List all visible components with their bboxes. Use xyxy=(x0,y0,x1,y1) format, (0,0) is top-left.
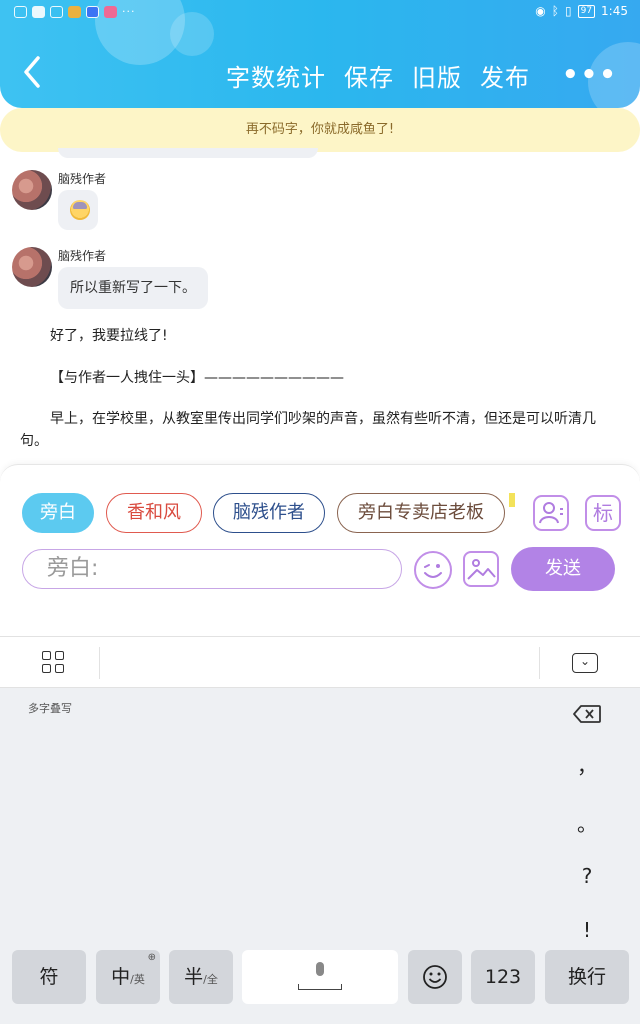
chinese-english-key[interactable]: ⊕ 中/英 xyxy=(96,950,160,1004)
screen: { "status": { "time": "1:45", "battery":… xyxy=(0,0,640,1024)
send-button[interactable]: 发送 xyxy=(511,547,615,591)
role-chip-narrator[interactable]: 旁白 xyxy=(22,493,94,533)
save-button[interactable]: 保存 xyxy=(344,58,394,93)
wifi-icon xyxy=(14,5,27,18)
microphone-icon[interactable] xyxy=(316,962,324,976)
top-app-bar: ··· ◉ ᛒ ▯ 97 1:45 字数统计 保存 旧版 发布 ••• xyxy=(0,0,640,108)
composer-panel: 旁白 香和风 脑残作者 旁白专卖店老板 标 旁白: 发送 xyxy=(0,464,640,636)
key-sublabel: /全 xyxy=(203,973,218,986)
old-version-button[interactable]: 旧版 xyxy=(412,58,462,93)
header-actions: 字数统计 保存 旧版 发布 xyxy=(226,58,530,93)
key-label: 半 xyxy=(184,966,204,988)
message-bubble[interactable] xyxy=(58,190,98,230)
divider xyxy=(99,647,100,679)
video-app-icon xyxy=(68,5,81,18)
tag-button[interactable]: 标 xyxy=(585,495,621,531)
punctuation-key[interactable]: ， xyxy=(570,750,604,779)
status-time: 1:45 xyxy=(601,4,628,18)
word-count-button[interactable]: 字数统计 xyxy=(226,58,326,93)
numbers-key[interactable]: 123 xyxy=(471,950,535,1004)
keyboard-toolbar: ⌄ xyxy=(0,636,640,688)
wink-face-icon[interactable] xyxy=(414,551,452,589)
half-full-width-key[interactable]: 半/全 xyxy=(169,950,233,1004)
image-icon[interactable] xyxy=(463,551,499,587)
emoji-key[interactable] xyxy=(408,950,462,1004)
role-chip[interactable]: 香和风 xyxy=(106,493,202,533)
divider xyxy=(539,647,540,679)
sender-name: 脑残作者 xyxy=(58,172,107,186)
globe-icon: ⊕ xyxy=(147,952,156,963)
bluetooth-icon: ᛒ xyxy=(551,4,559,18)
avatar[interactable] xyxy=(12,170,52,210)
notice-banner: 再不码字，你就成咸鱼了! xyxy=(0,108,640,152)
space-key[interactable] xyxy=(242,950,398,1004)
scroll-marker xyxy=(509,493,515,507)
status-bar-left: ··· xyxy=(14,5,136,18)
battery-icon: 97 xyxy=(577,4,596,18)
status-bar-right: ◉ ᛒ ▯ 97 1:45 xyxy=(535,4,628,18)
avatar[interactable] xyxy=(12,247,52,287)
more-notifications-icon: ··· xyxy=(122,5,136,18)
eye-icon: ◉ xyxy=(535,4,546,18)
publish-button[interactable]: 发布 xyxy=(480,58,530,93)
sender-name: 脑残作者 xyxy=(58,249,107,263)
key-sublabel: /英 xyxy=(130,973,145,986)
story-paragraph: 【与作者一人拽住一头】—————————— xyxy=(50,370,344,386)
smiley-icon xyxy=(423,965,447,989)
decor-bubble xyxy=(170,12,214,56)
handwriting-keyboard[interactable]: 多字叠写 ， 。 ? ! 符 ⊕ 中/英 半/全 123 换行 xyxy=(0,688,640,1024)
notification-icon xyxy=(32,5,45,18)
more-icon[interactable]: ••• xyxy=(562,60,618,90)
backspace-icon[interactable] xyxy=(572,704,602,724)
role-chip[interactable]: 脑残作者 xyxy=(213,493,325,533)
punctuation-key[interactable]: ? xyxy=(570,864,604,888)
symbol-key[interactable]: 符 xyxy=(12,950,86,1004)
punctuation-key[interactable]: 。 xyxy=(570,808,604,837)
person-card-icon[interactable] xyxy=(533,495,569,531)
vibrate-icon: ▯ xyxy=(564,4,572,18)
message-icon xyxy=(50,5,63,18)
handwriting-mode-label: 多字叠写 xyxy=(28,702,72,715)
game-app-icon xyxy=(104,5,117,18)
punctuation-key[interactable]: ! xyxy=(570,918,604,942)
chevron-left-icon[interactable] xyxy=(18,52,48,92)
story-paragraph: 早上，在学校里，从教室里传出同学们吵架的声音，虽然有些听不清，但还是可以听清几句… xyxy=(20,411,596,449)
sweat-face-emoji xyxy=(70,200,90,220)
story-paragraph: 好了，我要拉线了! xyxy=(50,328,168,344)
apps-grid-icon[interactable] xyxy=(42,651,66,675)
role-chip[interactable]: 旁白专卖店老板 xyxy=(337,493,505,533)
hide-keyboard-icon[interactable]: ⌄ xyxy=(572,653,598,673)
newline-key[interactable]: 换行 xyxy=(545,950,629,1004)
message-bubble[interactable]: 所以重新写了一下。 xyxy=(58,267,208,309)
app-icon xyxy=(86,5,99,18)
key-label: 中 xyxy=(111,966,131,988)
space-icon xyxy=(298,984,342,990)
previous-message-bubble xyxy=(58,148,318,158)
message-input[interactable]: 旁白: xyxy=(22,549,402,589)
